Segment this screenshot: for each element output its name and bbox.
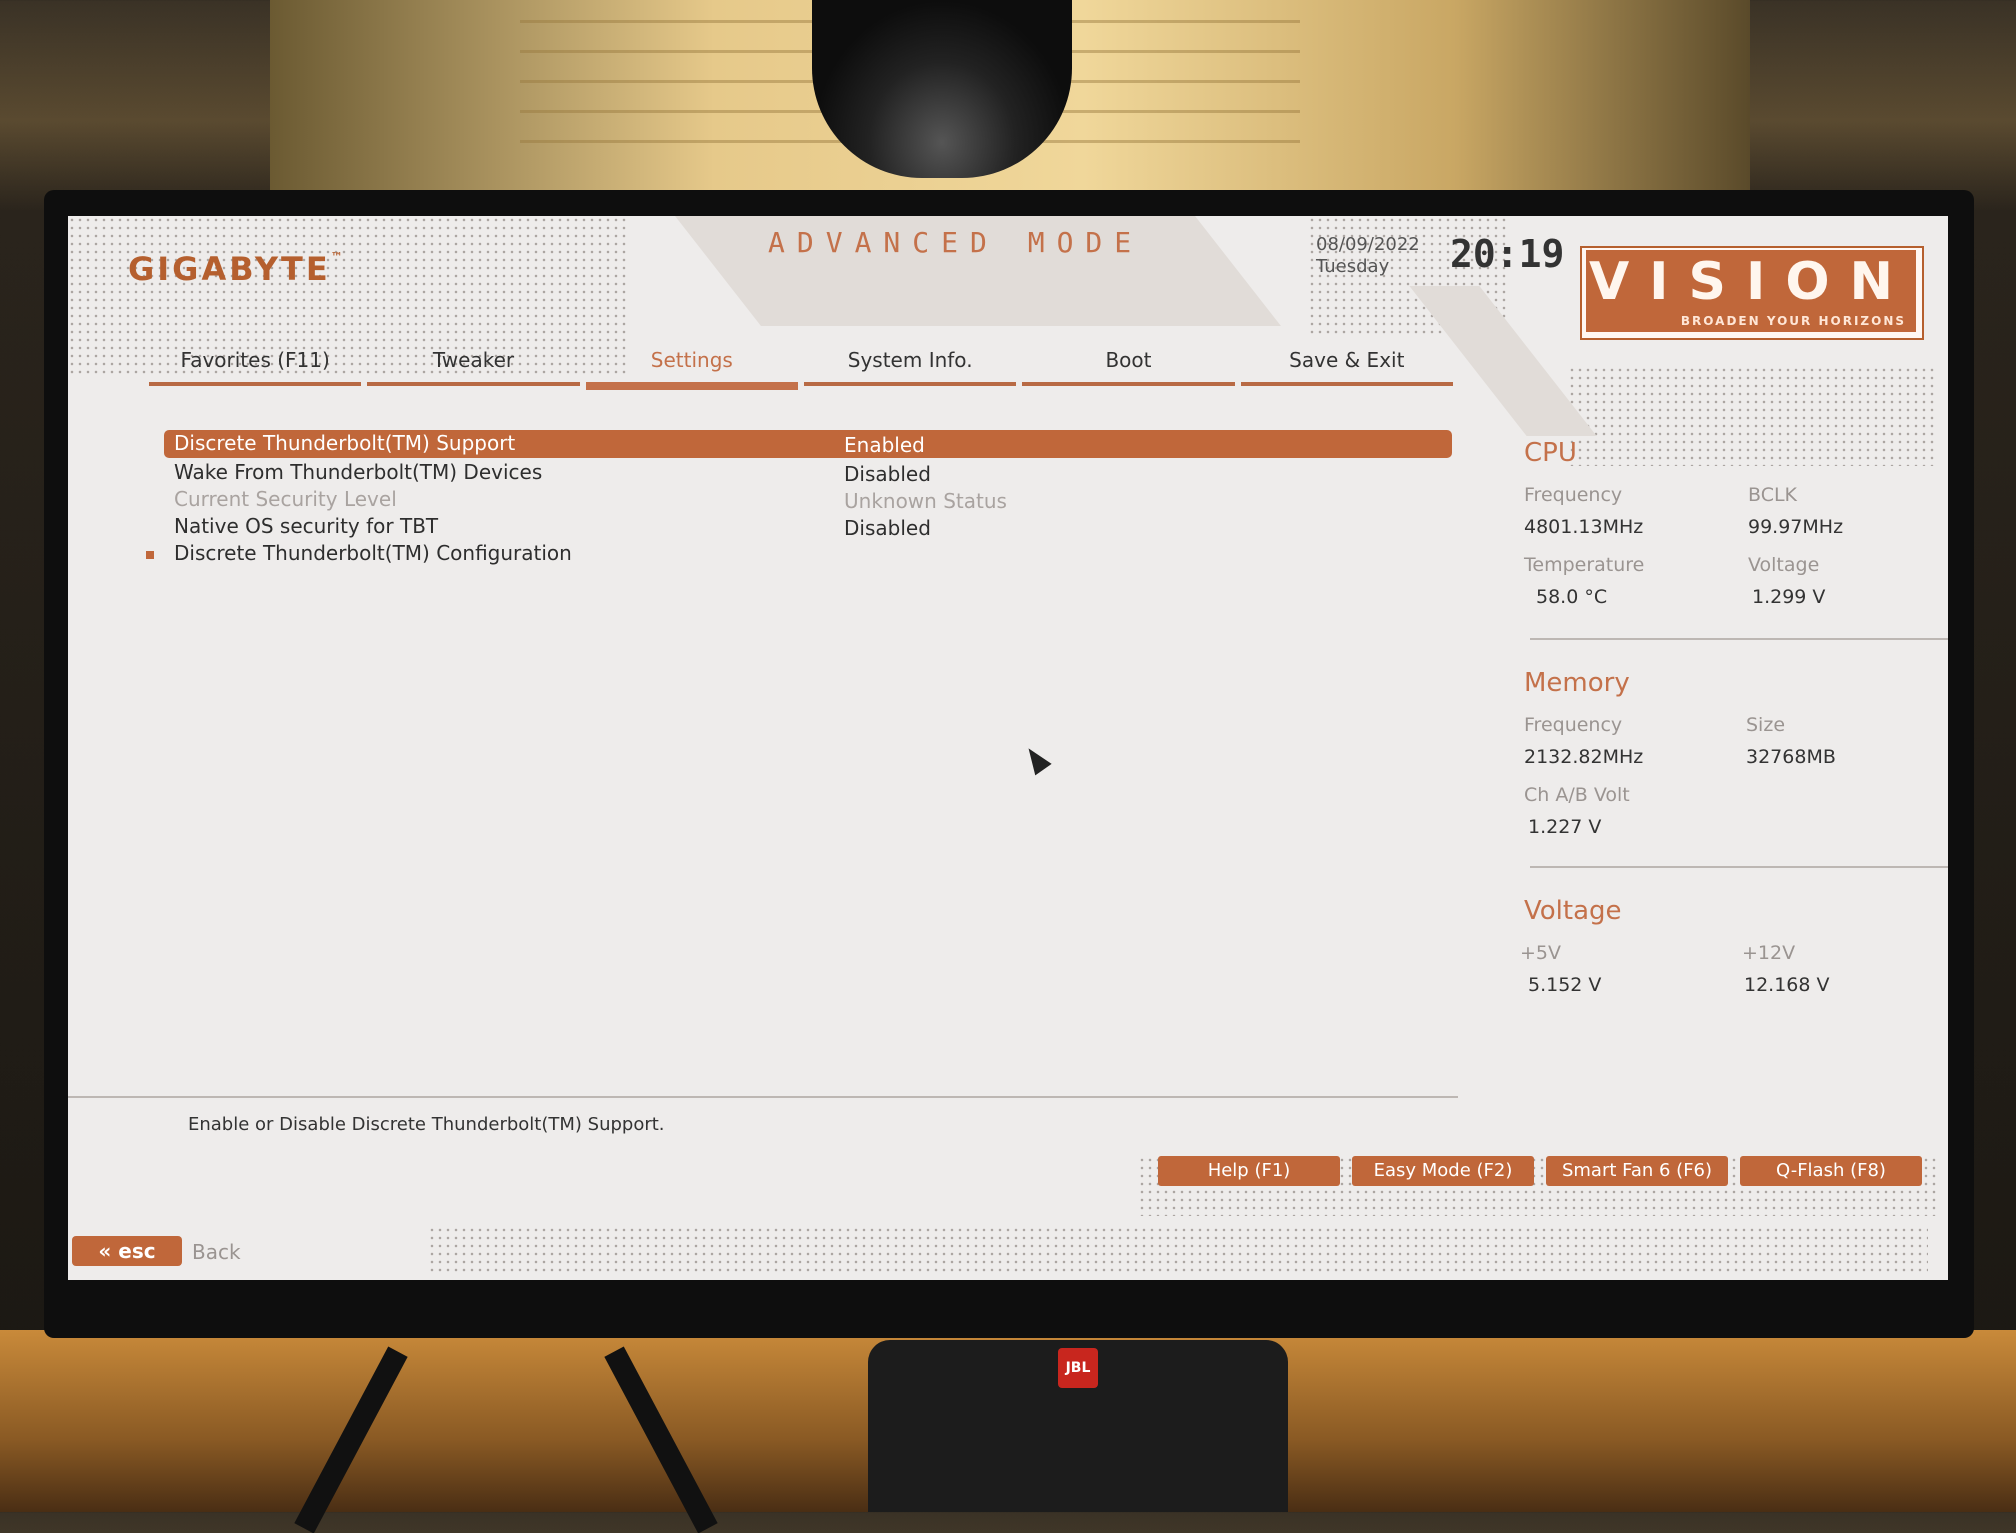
page-title: ADVANCED MODE [768, 226, 1144, 259]
date-value: 08/09/2022 [1316, 234, 1420, 255]
tab-boot[interactable]: Boot [1022, 336, 1235, 386]
cpu-frequency-value: 4801.13MHz [1524, 516, 1644, 538]
help-description: Enable or Disable Discrete Thunderbolt(T… [188, 1114, 665, 1135]
esc-key-label: esc [118, 1239, 156, 1263]
cpu-temperature-label: Temperature [1524, 554, 1645, 576]
setting-value[interactable]: Disabled [844, 516, 931, 540]
tab-system-info[interactable]: System Info. [803, 336, 1017, 386]
panel-divider [1530, 866, 1948, 868]
memory-volt-value: 1.227 V [1528, 816, 1602, 838]
setting-value[interactable]: Enabled [844, 433, 925, 457]
panel-divider [1530, 638, 1948, 640]
chevron-left-icon: « [98, 1239, 112, 1263]
mouse-cursor-icon [1020, 742, 1052, 776]
cpu-temperature-value: 58.0 °C [1536, 586, 1608, 608]
setting-label: Current Security Level [174, 487, 397, 511]
voltage-5v-value: 5.152 V [1528, 974, 1602, 996]
voltage-12v-value: 12.168 V [1744, 974, 1830, 996]
camera-lens [812, 0, 1072, 178]
setting-label: Discrete Thunderbolt(TM) Configuration [174, 541, 572, 565]
q-flash-button[interactable]: Q-Flash (F8) [1740, 1156, 1922, 1186]
memory-size-label: Size [1746, 714, 1786, 736]
speaker-logo: JBL [1058, 1348, 1098, 1388]
memory-title: Memory [1524, 668, 1630, 698]
memory-size-value: 32768MB [1746, 746, 1836, 768]
memory-frequency-label: Frequency [1524, 714, 1623, 736]
help-button[interactable]: Help (F1) [1158, 1156, 1340, 1186]
voltage-12v-label: +12V [1742, 942, 1796, 964]
esc-key-button[interactable]: « esc [72, 1236, 182, 1266]
memory-frequency-value: 2132.82MHz [1524, 746, 1644, 768]
logo-tagline: BROADEN YOUR HORIZONS [1680, 314, 1906, 328]
smart-fan-button[interactable]: Smart Fan 6 (F6) [1546, 1156, 1728, 1186]
brand-logo: GIGABYTE™ [128, 250, 346, 288]
easy-mode-button[interactable]: Easy Mode (F2) [1352, 1156, 1534, 1186]
cpu-bclk-value: 99.97MHz [1748, 516, 1844, 538]
tab-tweaker[interactable]: Tweaker [367, 336, 580, 386]
setting-row-native-os-security[interactable]: Native OS security for TBT Disabled [164, 513, 1452, 540]
help-divider [68, 1096, 1458, 1098]
weekday-value: Tuesday [1316, 256, 1390, 277]
memory-volt-label: Ch A/B Volt [1524, 784, 1630, 806]
back-label[interactable]: Back [192, 1240, 241, 1264]
setting-value: Unknown Status [844, 489, 1007, 513]
main-tabs: Favorites (F11) Tweaker Settings System … [146, 336, 1456, 390]
decor-dots [1568, 366, 1938, 466]
voltage-5v-label: +5V [1520, 942, 1562, 964]
setting-row-security-level: Current Security Level Unknown Status [164, 486, 1452, 513]
cpu-voltage-value: 1.299 V [1752, 586, 1826, 608]
cpu-voltage-label: Voltage [1748, 554, 1820, 576]
cpu-frequency-label: Frequency [1524, 484, 1623, 506]
setting-row-wake-tbt[interactable]: Wake From Thunderbolt(TM) Devices Disabl… [164, 459, 1452, 486]
cpu-title: CPU [1524, 438, 1577, 468]
decor-dots [428, 1226, 1928, 1276]
date-display: 08/09/2022 Tuesday [1316, 234, 1420, 278]
cpu-bclk-label: BCLK [1748, 484, 1798, 506]
setting-row-tbt-configuration[interactable]: Discrete Thunderbolt(TM) Configuration [146, 540, 1452, 567]
setting-label: Wake From Thunderbolt(TM) Devices [174, 460, 543, 484]
voltage-title: Voltage [1524, 896, 1622, 926]
settings-list: Discrete Thunderbolt(TM) Support Enabled… [146, 430, 1452, 567]
setting-value[interactable]: Disabled [844, 462, 931, 486]
tab-favorites[interactable]: Favorites (F11) [149, 336, 362, 386]
submenu-bullet-icon [146, 551, 154, 559]
bios-screen: GIGABYTE™ ADVANCED MODE 08/09/2022 Tuesd… [68, 216, 1948, 1280]
vision-logo: VISION BROADEN YOUR HORIZONS [1586, 250, 1916, 332]
logo-word: VISION [1588, 252, 1914, 312]
setting-label: Native OS security for TBT [174, 514, 439, 538]
setting-label: Discrete Thunderbolt(TM) Support [174, 431, 516, 455]
setting-row-tbt-support[interactable]: Discrete Thunderbolt(TM) Support Enabled [164, 430, 1452, 458]
clock: 20:19 [1450, 232, 1565, 276]
tab-save-exit[interactable]: Save & Exit [1240, 336, 1453, 386]
tab-settings[interactable]: Settings [585, 336, 799, 390]
